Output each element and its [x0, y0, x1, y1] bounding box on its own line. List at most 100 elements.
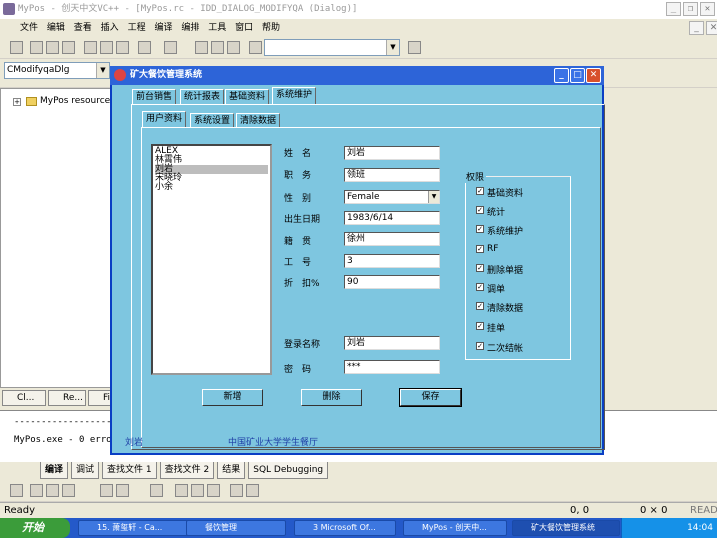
menu-insert[interactable]: 插入 [101, 23, 119, 33]
expand-icon[interactable]: + [13, 98, 21, 106]
save-button[interactable]: 保存 [399, 388, 462, 407]
minimize-icon[interactable]: _ [554, 68, 569, 83]
find-in-files-icon[interactable] [249, 41, 262, 54]
output-icon[interactable] [211, 41, 224, 54]
menu-tools[interactable]: 工具 [208, 23, 226, 33]
tab-resourceview[interactable]: Re... [48, 390, 86, 406]
tab-find1[interactable]: 查找文件 1 [102, 462, 157, 479]
binoculars-icon[interactable] [408, 41, 421, 54]
tab-debug[interactable]: 调试 [71, 462, 100, 479]
permission-checkbox[interactable]: ✓ [476, 187, 484, 195]
save-icon[interactable] [46, 41, 59, 54]
restore-icon[interactable]: ❐ [683, 2, 698, 16]
undo-icon[interactable] [138, 41, 151, 54]
list-item[interactable]: 小余 [155, 183, 268, 192]
same-size-icon[interactable] [207, 484, 220, 497]
save-all-icon[interactable] [62, 41, 75, 54]
tab-user-data[interactable]: 用户资料 [142, 111, 187, 128]
task-item-active[interactable]: 矿大餐饮管理系统 [512, 520, 620, 536]
mdi-close-icon[interactable]: ✕ [706, 21, 717, 35]
tree-root-label[interactable]: MyPos resource [40, 96, 110, 106]
task-item[interactable]: MyPos - 创天中... [403, 520, 507, 536]
add-button[interactable]: 新增 [202, 389, 263, 406]
open-icon[interactable] [30, 41, 43, 54]
align-right-icon[interactable] [46, 484, 59, 497]
tab-statistics[interactable]: 统计报表 [180, 89, 225, 104]
align-icon[interactable] [10, 484, 23, 497]
menu-help[interactable]: 帮助 [262, 23, 280, 33]
menu-build[interactable]: 编译 [154, 23, 172, 33]
class-combo[interactable]: CModifyqaDlg ▼ [4, 62, 110, 79]
menu-window[interactable]: 窗口 [235, 23, 253, 33]
password-field[interactable]: *** [344, 360, 440, 374]
tab-frontdesk-sales[interactable]: 前台销售 [132, 89, 177, 104]
space-across-icon[interactable] [150, 484, 163, 497]
output-tabs: 编译 调试 查找文件 1 查找文件 2 结果 SQL Debugging [0, 462, 717, 480]
paste-icon[interactable] [116, 41, 129, 54]
origin-field[interactable]: 徐州 [344, 232, 440, 246]
grid-icon[interactable] [230, 484, 243, 497]
tab-sql-debugging[interactable]: SQL Debugging [248, 462, 329, 479]
same-width-icon[interactable] [175, 484, 188, 497]
task-item[interactable]: 餐饮管理 [186, 520, 286, 536]
user-list[interactable]: ALEX 林霄伟 刘岩 宋晓玲 小余 [151, 144, 272, 375]
center-horizontal-icon[interactable] [116, 484, 129, 497]
chevron-down-icon[interactable]: ▼ [386, 40, 399, 55]
cut-icon[interactable] [84, 41, 97, 54]
guides-icon[interactable] [246, 484, 259, 497]
permission-checkbox[interactable]: ✓ [476, 322, 484, 330]
permission-checkbox[interactable]: ✓ [476, 264, 484, 272]
start-button[interactable]: 开始 [0, 518, 70, 538]
gender-label: 性 别 [284, 194, 312, 204]
tab-basic-data[interactable]: 基础资料 [225, 89, 270, 104]
find-combo[interactable]: ▼ [264, 39, 400, 56]
gender-select[interactable]: Female ▼ [344, 190, 440, 204]
tab-clear-data[interactable]: 清除数据 [236, 113, 281, 128]
tab-build[interactable]: 编译 [40, 462, 69, 479]
close-icon[interactable]: ✕ [700, 2, 715, 16]
permission-checkbox[interactable]: ✓ [476, 245, 484, 253]
tab-classview[interactable]: Cl... [2, 390, 46, 406]
redo-icon[interactable] [164, 41, 177, 54]
windows-icon[interactable] [227, 41, 240, 54]
tab-system-settings[interactable]: 系统设置 [190, 113, 235, 128]
close-icon[interactable]: ✕ [586, 68, 601, 83]
tab-find2[interactable]: 查找文件 2 [159, 462, 215, 479]
maximize-icon[interactable]: □ [570, 68, 585, 83]
task-item[interactable]: 15. 萧玺轩 - Ca... [78, 520, 192, 536]
center-vertical-icon[interactable] [100, 484, 113, 497]
menu-layout[interactable]: 编排 [181, 23, 199, 33]
permission-checkbox[interactable]: ✓ [476, 342, 484, 350]
permission-checkbox[interactable]: ✓ [476, 283, 484, 291]
mdi-minimize-icon[interactable]: _ [689, 21, 704, 35]
chevron-down-icon[interactable]: ▼ [96, 63, 109, 78]
task-item[interactable]: 3 Microsoft Of... [294, 520, 396, 536]
minimize-icon[interactable]: _ [666, 2, 681, 16]
tab-fileview[interactable]: Fi [88, 390, 112, 406]
workspace-icon[interactable] [195, 41, 208, 54]
menu-project[interactable]: 工程 [128, 23, 146, 33]
name-field[interactable]: 刘岩 [344, 146, 440, 160]
birthdate-field[interactable]: 1983/6/14 [344, 211, 440, 225]
align-left-icon[interactable] [30, 484, 43, 497]
discount-field[interactable]: 90 [344, 275, 440, 289]
tab-system-maintenance[interactable]: 系统维护 [272, 87, 317, 104]
permission-checkbox[interactable]: ✓ [476, 225, 484, 233]
job-number-field[interactable]: 3 [344, 254, 440, 268]
menu-edit[interactable]: 编辑 [47, 23, 65, 33]
permission-checkbox[interactable]: ✓ [476, 302, 484, 310]
tab-results[interactable]: 结果 [217, 462, 246, 479]
position-field[interactable]: 领班 [344, 168, 440, 182]
same-height-icon[interactable] [191, 484, 204, 497]
permission-checkbox[interactable]: ✓ [476, 206, 484, 214]
menu-file[interactable]: 文件 [20, 23, 38, 33]
copy-icon[interactable] [100, 41, 113, 54]
status-size: 0 × 0 [640, 505, 668, 516]
dialog-title-bar: 矿大餐饮管理系统 _ □ ✕ [110, 66, 604, 85]
chevron-down-icon[interactable]: ▼ [428, 191, 439, 203]
delete-button[interactable]: 删除 [301, 389, 362, 406]
menu-view[interactable]: 查看 [74, 23, 92, 33]
login-name-field[interactable]: 刘岩 [344, 336, 440, 350]
align-top-icon[interactable] [62, 484, 75, 497]
new-file-icon[interactable] [10, 41, 23, 54]
